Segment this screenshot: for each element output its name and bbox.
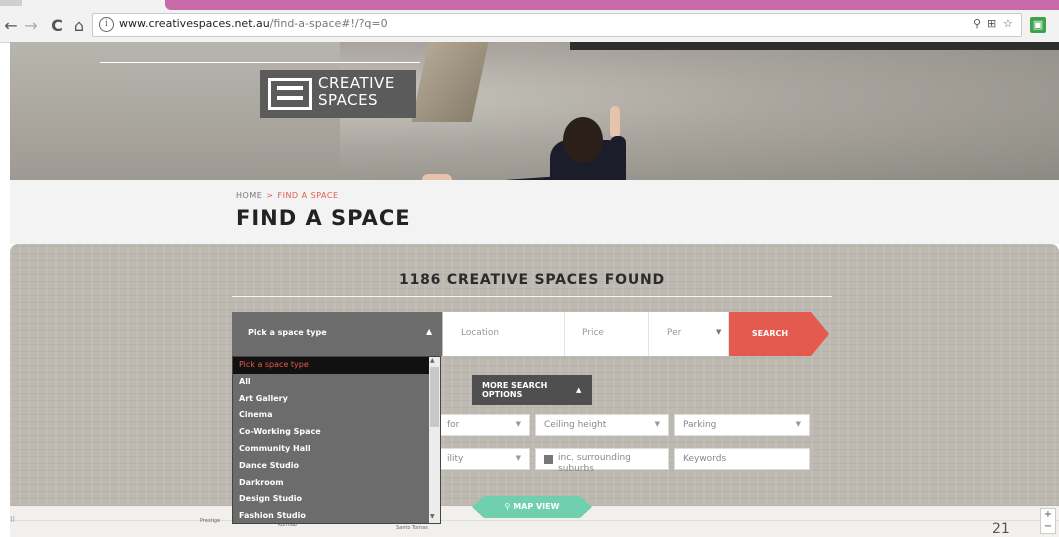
logo-text: CREATIVE SPACES: [318, 75, 395, 109]
breadcrumb-current: FIND A SPACE: [277, 191, 339, 200]
site-logo[interactable]: CREATIVE SPACES: [260, 70, 416, 118]
space-type-select[interactable]: Pick a space type ▲: [232, 312, 442, 356]
suitable-for-label: for: [447, 420, 460, 430]
url-domain: www.creativespaces.net.au: [119, 17, 270, 30]
zoom-out-icon[interactable]: −: [1041, 521, 1055, 533]
price-input[interactable]: Price: [565, 312, 649, 356]
breadcrumb-home[interactable]: HOME: [236, 191, 262, 200]
breadcrumb-separator: >: [266, 191, 274, 200]
hero-banner: CREATIVE SPACES: [10, 42, 1059, 180]
breadcrumb: HOME > FIND A SPACE: [236, 191, 339, 200]
chevron-up-icon: ▲: [576, 386, 582, 394]
more-options-label: MORE SEARCH OPTIONS: [482, 381, 547, 399]
map-zoom-control[interactable]: + −: [1040, 508, 1056, 534]
surrounding-suburbs-label: inc. surrounding suburbs: [558, 453, 631, 474]
dropdown-option[interactable]: Design Studio: [233, 491, 429, 508]
logo-line-2: SPACES: [318, 91, 379, 109]
reload-icon[interactable]: C: [48, 17, 66, 35]
keywords-input[interactable]: Keywords: [674, 448, 810, 470]
per-select[interactable]: Per ▼: [649, 312, 729, 356]
checkbox-icon[interactable]: [544, 455, 553, 464]
zoom-icon[interactable]: ⚲: [973, 17, 981, 30]
extension-icon[interactable]: ▣: [1030, 17, 1046, 33]
home-icon[interactable]: ⌂: [70, 17, 88, 35]
ceiling-height-select[interactable]: Ceiling height ▼: [535, 414, 669, 436]
scroll-down-icon[interactable]: ▼: [430, 513, 435, 520]
space-type-dropdown[interactable]: Pick a space type All Art Gallery Cinema…: [232, 356, 441, 524]
slide-number: 21: [992, 521, 1010, 537]
chevron-down-icon: ▼: [716, 328, 722, 336]
info-icon[interactable]: i: [99, 17, 114, 32]
dropdown-option[interactable]: Cinema: [233, 407, 429, 424]
keywords-placeholder: Keywords: [683, 454, 727, 464]
location-input[interactable]: Location: [443, 312, 565, 356]
forward-icon[interactable]: →: [22, 17, 40, 35]
address-bar[interactable]: i www.creativespaces.net.au/find-a-space…: [92, 13, 1022, 37]
dropdown-option[interactable]: Dance Studio: [233, 458, 429, 475]
url-path: /find-a-space#!/?q=0: [269, 17, 388, 30]
accessibility-label: ility: [447, 454, 464, 464]
logo-mark-icon: [268, 78, 312, 110]
chevron-up-icon: ▲: [426, 327, 433, 336]
title-section: [10, 180, 1059, 244]
logo-line-1: CREATIVE: [318, 74, 395, 92]
chevron-down-icon: ▼: [515, 420, 521, 428]
chevron-down-icon: ▼: [654, 420, 660, 428]
accessibility-select[interactable]: ility ▼: [438, 448, 530, 470]
hero-divider: [100, 62, 420, 63]
map-pin-icon: ⚲: [504, 502, 511, 511]
map-label: Santo Tomas: [396, 525, 428, 531]
search-button[interactable]: SEARCH: [729, 312, 811, 356]
ceiling-height-label: Ceiling height: [544, 420, 607, 430]
space-type-options: Pick a space type All Art Gallery Cinema…: [233, 357, 429, 523]
dropdown-option[interactable]: Fashion Studio: [233, 508, 429, 523]
results-count: 1186 CREATIVE SPACES FOUND: [399, 272, 665, 288]
map-label: Prestige: [200, 518, 221, 524]
dropdown-option[interactable]: Pick a space type: [233, 357, 429, 374]
chevron-down-icon: ▼: [515, 454, 521, 462]
translate-icon[interactable]: ⊞: [987, 17, 996, 30]
more-options-line-1: MORE SEARCH: [482, 381, 548, 390]
dancer-head: [563, 117, 603, 163]
chevron-down-icon: ▼: [795, 420, 801, 428]
url-text[interactable]: www.creativespaces.net.au/find-a-space#!…: [119, 17, 388, 30]
back-icon[interactable]: ←: [2, 17, 20, 35]
parking-label: Parking: [683, 420, 717, 430]
zoom-in-icon[interactable]: +: [1041, 509, 1055, 521]
suitable-for-select[interactable]: for ▼: [438, 414, 530, 436]
map-view-button[interactable]: ⚲ MAP VIEW: [472, 496, 592, 518]
dropdown-option[interactable]: Co-Working Space: [233, 424, 429, 441]
more-options-line-2: OPTIONS: [482, 390, 523, 399]
dancer-hand-right: [610, 106, 620, 138]
space-type-label: Pick a space type: [248, 328, 327, 337]
dropdown-scrollbar[interactable]: ▲ ▼: [429, 357, 440, 523]
star-icon[interactable]: ☆: [1003, 17, 1013, 30]
search-button-arrow[interactable]: [811, 312, 829, 356]
location-placeholder: Location: [461, 328, 500, 338]
per-label: Per: [667, 328, 682, 338]
tab-strip: [165, 0, 1059, 10]
more-search-options-button[interactable]: MORE SEARCH OPTIONS ▲: [472, 375, 592, 405]
hero-top-bar: [570, 42, 1059, 50]
dropdown-option[interactable]: Community Hall: [233, 441, 429, 458]
tab-corner: [0, 0, 22, 6]
price-placeholder: Price: [582, 328, 604, 338]
dropdown-option[interactable]: Art Gallery: [233, 391, 429, 408]
dropdown-option[interactable]: Darkroom: [233, 475, 429, 492]
surrounding-suburbs-checkbox[interactable]: inc. surrounding suburbs: [535, 448, 669, 474]
map-view-label: MAP VIEW: [513, 502, 560, 511]
hero-dancer-image: [422, 92, 660, 180]
parking-select[interactable]: Parking ▼: [674, 414, 810, 436]
map-road: [10, 520, 1059, 521]
scrollbar-thumb[interactable]: [430, 367, 439, 427]
map-handle-icon[interactable]: ⁝⁝: [10, 515, 15, 524]
page-title: FIND A SPACE: [236, 206, 411, 230]
results-divider: [232, 296, 832, 297]
dropdown-option[interactable]: All: [233, 374, 429, 391]
scroll-up-icon[interactable]: ▲: [430, 357, 435, 364]
